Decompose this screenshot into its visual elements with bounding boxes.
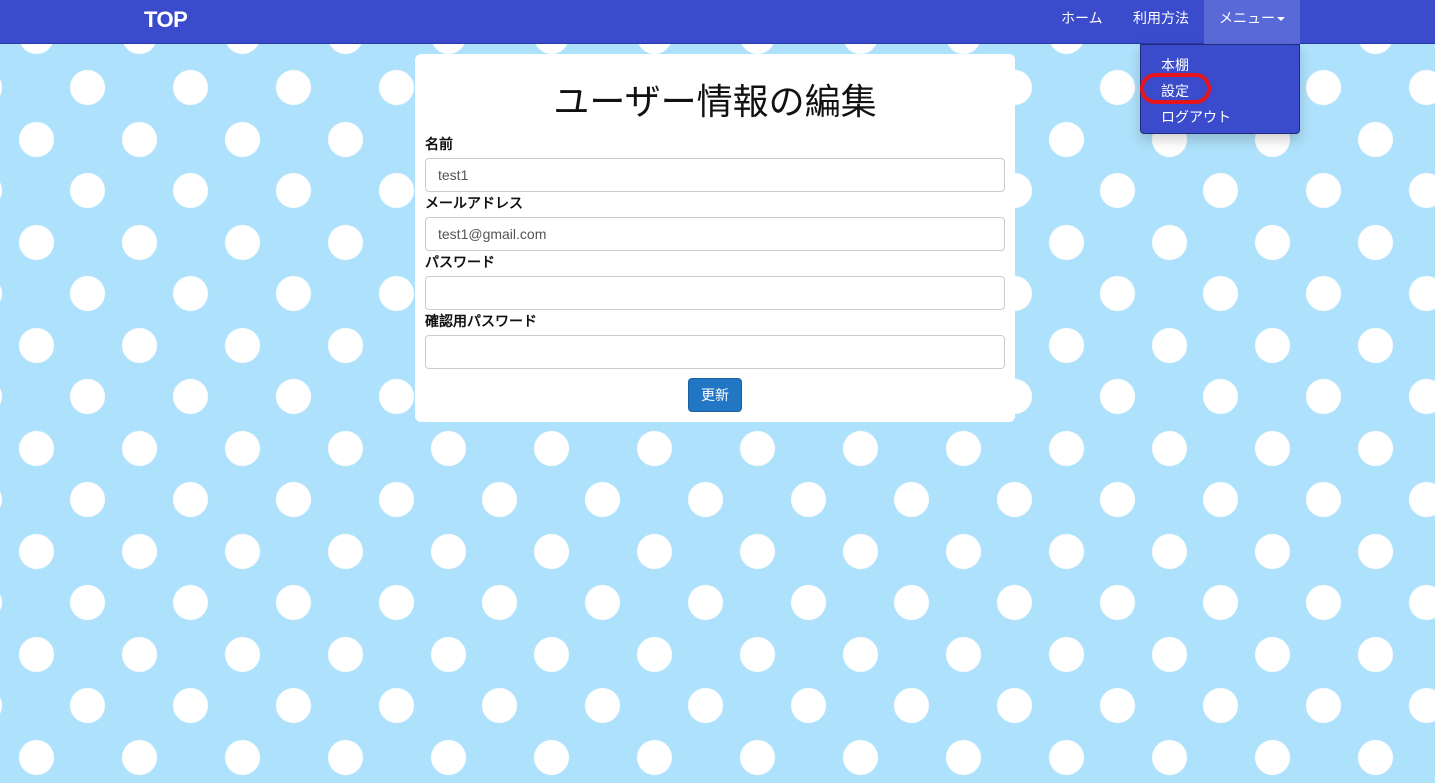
email-input[interactable] <box>425 217 1005 251</box>
nav-link-home[interactable]: ホーム <box>1061 0 1103 44</box>
nav-link-usage[interactable]: 利用方法 <box>1133 0 1189 44</box>
name-input[interactable] <box>425 158 1005 192</box>
edit-user-form-card: ユーザー情報の編集 名前 メールアドレス パスワード 確認用パスワード 更新 <box>415 54 1015 422</box>
menu-dropdown: 本棚 設定 ログアウト <box>1140 44 1300 134</box>
caret-down-icon <box>1277 17 1285 21</box>
password-input[interactable] <box>425 276 1005 310</box>
update-button[interactable]: 更新 <box>688 378 742 412</box>
top-navbar: TOP ホーム 利用方法 メニュー <box>0 0 1435 44</box>
email-label: メールアドレス <box>425 196 523 212</box>
dropdown-item-bookshelf[interactable]: 本棚 <box>1161 55 1189 75</box>
nav-menu-label: メニュー <box>1219 11 1275 27</box>
name-label: 名前 <box>425 137 453 153</box>
password-confirm-input[interactable] <box>425 335 1005 369</box>
nav-menu-dropdown-toggle[interactable]: メニュー <box>1204 0 1300 44</box>
password-confirm-label: 確認用パスワード <box>425 314 537 330</box>
dropdown-item-settings[interactable]: 設定 <box>1161 81 1189 101</box>
page-title: ユーザー情報の編集 <box>553 82 877 123</box>
brand-logo-link[interactable]: TOP <box>144 7 188 33</box>
password-label: パスワード <box>425 255 495 271</box>
dropdown-item-logout[interactable]: ログアウト <box>1161 107 1231 127</box>
